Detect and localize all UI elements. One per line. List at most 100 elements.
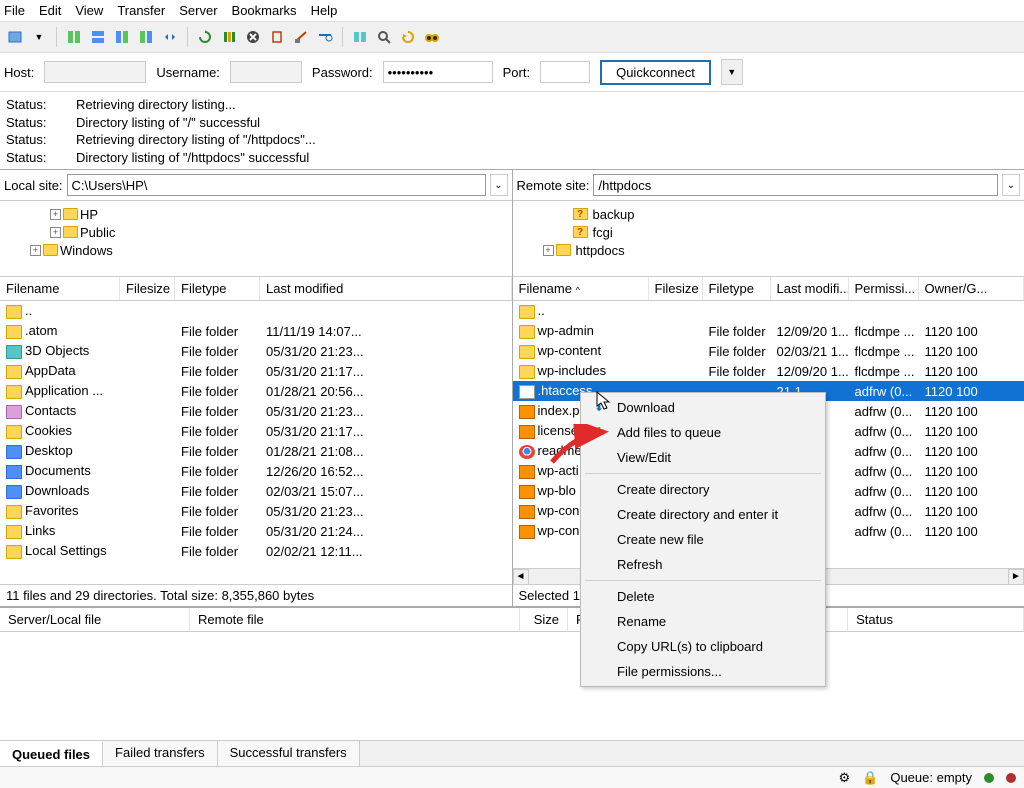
expand-icon[interactable]: +: [50, 227, 61, 238]
menu-view[interactable]: View: [75, 3, 103, 18]
tree-item[interactable]: httpdocs: [576, 243, 625, 258]
col-modified[interactable]: Last modified: [260, 277, 512, 300]
list-item[interactable]: AppDataFile folder05/31/20 21:17...: [0, 361, 512, 381]
col-size[interactable]: Size: [520, 608, 568, 631]
list-item[interactable]: CookiesFile folder05/31/20 21:17...: [0, 421, 512, 441]
menu-help[interactable]: Help: [311, 3, 338, 18]
port-input[interactable]: [540, 61, 590, 83]
toggle-log-icon[interactable]: [63, 26, 85, 48]
context-menu-item[interactable]: Rename: [583, 609, 823, 634]
col-filename[interactable]: Filename: [0, 277, 120, 300]
process-queue-icon[interactable]: [218, 26, 240, 48]
disconnect-icon[interactable]: [266, 26, 288, 48]
toggle-queue-icon[interactable]: [135, 26, 157, 48]
tree-item[interactable]: fcgi: [593, 225, 613, 240]
search-icon[interactable]: [373, 26, 395, 48]
context-menu-item[interactable]: ✚Add files to queue: [583, 420, 823, 445]
transfer-queue-body[interactable]: [0, 632, 1024, 740]
local-file-list[interactable]: ...atomFile folder11/11/19 14:07...3D Ob…: [0, 301, 512, 584]
toolbar-dropdown-icon[interactable]: ▼: [28, 26, 50, 48]
remote-tree[interactable]: ?backup ?fcgi +httpdocs: [513, 201, 1024, 277]
sync-browsing-icon[interactable]: [159, 26, 181, 48]
list-item[interactable]: DesktopFile folder01/28/21 21:08...: [0, 441, 512, 461]
settings-icon[interactable]: ⚙: [839, 770, 851, 786]
tab-successful-transfers[interactable]: Successful transfers: [218, 741, 360, 766]
context-menu-item[interactable]: View/Edit: [583, 445, 823, 470]
chevron-down-icon[interactable]: ⌄: [1002, 174, 1020, 196]
expand-icon[interactable]: +: [30, 245, 41, 256]
col-filesize[interactable]: Filesize: [649, 277, 703, 300]
col-filename[interactable]: Filename ^: [513, 277, 649, 300]
remote-site-input[interactable]: [593, 174, 998, 196]
list-item[interactable]: Application ...File folder01/28/21 20:56…: [0, 381, 512, 401]
binoculars-icon[interactable]: [421, 26, 443, 48]
col-filetype[interactable]: Filetype: [175, 277, 260, 300]
list-item[interactable]: wp-includesFile folder12/09/20 1...flcdm…: [513, 361, 1024, 381]
list-item[interactable]: DocumentsFile folder12/26/20 16:52...: [0, 461, 512, 481]
expand-icon[interactable]: +: [543, 245, 554, 256]
context-menu-item[interactable]: ⬇Download: [583, 395, 823, 420]
tree-item[interactable]: Public: [80, 225, 115, 240]
col-permissions[interactable]: Permissi...: [849, 277, 919, 300]
filter-icon[interactable]: [314, 26, 336, 48]
quickconnect-button[interactable]: Quickconnect: [600, 60, 711, 85]
toggle-remotetree-icon[interactable]: [111, 26, 133, 48]
quickconnect-dropdown-icon[interactable]: ▼: [721, 59, 743, 85]
tab-failed-transfers[interactable]: Failed transfers: [103, 741, 218, 766]
list-item[interactable]: wp-contentFile folder02/03/21 1...flcdmp…: [513, 341, 1024, 361]
col-server-local[interactable]: Server/Local file: [0, 608, 190, 631]
tab-queued-files[interactable]: Queued files: [0, 741, 103, 766]
transfer-queue-header[interactable]: Server/Local file Remote file Size Pr...…: [0, 607, 1024, 632]
context-menu-item[interactable]: File permissions...: [583, 659, 823, 684]
context-menu-item[interactable]: Create new file: [583, 527, 823, 552]
list-item[interactable]: Local SettingsFile folder02/02/21 12:11.…: [0, 541, 512, 561]
list-item[interactable]: wp-adminFile folder12/09/20 1...flcdmpe …: [513, 321, 1024, 341]
remote-list-header[interactable]: Filename ^ Filesize Filetype Last modifi…: [513, 277, 1024, 301]
context-menu-item[interactable]: Copy URL(s) to clipboard: [583, 634, 823, 659]
menu-server[interactable]: Server: [179, 3, 217, 18]
password-input[interactable]: [383, 61, 493, 83]
scroll-left-icon[interactable]: ◄: [513, 569, 529, 585]
menu-file[interactable]: File: [4, 3, 25, 18]
toggle-localtree-icon[interactable]: [87, 26, 109, 48]
context-menu-item[interactable]: Create directory: [583, 477, 823, 502]
col-filetype[interactable]: Filetype: [703, 277, 771, 300]
context-menu-item[interactable]: Delete: [583, 584, 823, 609]
col-status[interactable]: Status: [848, 608, 1024, 631]
col-remote-file[interactable]: Remote file: [190, 608, 520, 631]
col-modified[interactable]: Last modifi...: [771, 277, 849, 300]
cancel-icon[interactable]: [242, 26, 264, 48]
list-item[interactable]: ContactsFile folder05/31/20 21:23...: [0, 401, 512, 421]
list-item[interactable]: FavoritesFile folder05/31/20 21:23...: [0, 501, 512, 521]
context-menu-item[interactable]: Refresh: [583, 552, 823, 577]
menu-bookmarks[interactable]: Bookmarks: [232, 3, 297, 18]
col-filesize[interactable]: Filesize: [120, 277, 175, 300]
reconnect-icon[interactable]: [290, 26, 312, 48]
tree-item[interactable]: Windows: [60, 243, 113, 258]
scroll-right-icon[interactable]: ►: [1008, 569, 1024, 585]
list-item[interactable]: DownloadsFile folder02/03/21 15:07...: [0, 481, 512, 501]
compare-icon[interactable]: [349, 26, 371, 48]
list-item[interactable]: LinksFile folder05/31/20 21:24...: [0, 521, 512, 541]
message-log[interactable]: Status:Retrieving directory listing... S…: [0, 92, 1024, 170]
menu-transfer[interactable]: Transfer: [117, 3, 165, 18]
list-item[interactable]: ..: [513, 301, 1024, 321]
username-input[interactable]: [230, 61, 302, 83]
chevron-down-icon[interactable]: ⌄: [490, 174, 508, 196]
col-owner[interactable]: Owner/G...: [919, 277, 1024, 300]
list-item[interactable]: 3D ObjectsFile folder05/31/20 21:23...: [0, 341, 512, 361]
sync-icon[interactable]: [397, 26, 419, 48]
context-menu-item[interactable]: Create directory and enter it: [583, 502, 823, 527]
list-item[interactable]: ..: [0, 301, 512, 321]
tree-item[interactable]: backup: [593, 207, 635, 222]
lock-icon[interactable]: 🔒: [862, 770, 878, 786]
site-manager-icon[interactable]: [4, 26, 26, 48]
expand-icon[interactable]: +: [50, 209, 61, 220]
refresh-icon[interactable]: [194, 26, 216, 48]
local-tree[interactable]: + HP + Public + Windows: [0, 201, 512, 277]
host-input[interactable]: [44, 61, 146, 83]
local-site-input[interactable]: [67, 174, 486, 196]
local-list-header[interactable]: Filename Filesize Filetype Last modified: [0, 277, 512, 301]
list-item[interactable]: .atomFile folder11/11/19 14:07...: [0, 321, 512, 341]
tree-item[interactable]: HP: [80, 207, 98, 222]
